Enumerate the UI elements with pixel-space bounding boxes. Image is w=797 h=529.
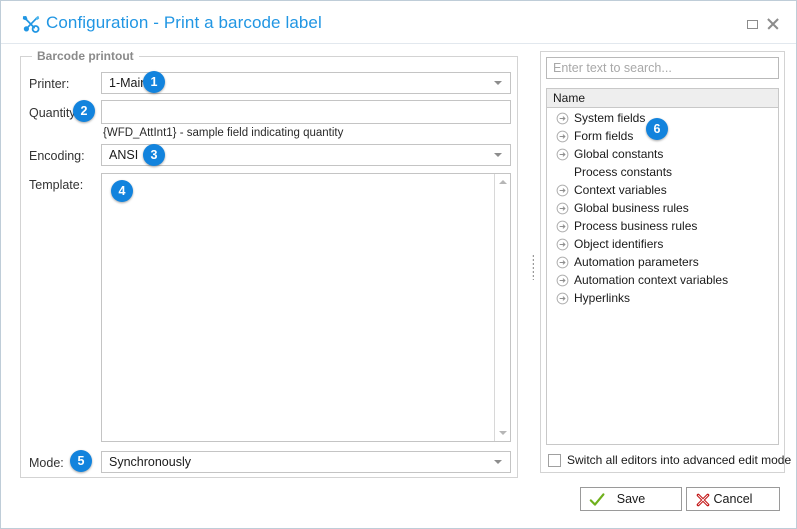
encoding-value: ANSI xyxy=(109,148,139,162)
tree-item[interactable]: Automation context variables xyxy=(547,271,778,289)
expand-arrow-icon[interactable] xyxy=(556,274,569,287)
expand-arrow-icon[interactable] xyxy=(556,238,569,251)
page-title: Configuration - Print a barcode label xyxy=(46,13,322,32)
quantity-hint: {WFD_AttInt1} - sample field indicating … xyxy=(103,127,344,139)
save-button[interactable]: Save xyxy=(580,487,682,511)
group-legend: Barcode printout xyxy=(32,49,139,63)
tree-item-label: Form fields xyxy=(574,129,634,143)
expand-arrow-icon[interactable] xyxy=(556,148,569,161)
expand-arrow-icon[interactable] xyxy=(556,256,569,269)
tree-item-label: Hyperlinks xyxy=(574,291,631,305)
tree-column-header: Name xyxy=(547,89,778,108)
tree-item-label: Global constants xyxy=(574,147,664,161)
expand-arrow-icon[interactable] xyxy=(556,292,569,305)
quantity-label: Quantity: xyxy=(29,106,80,120)
expand-arrow-icon[interactable] xyxy=(556,202,569,215)
variables-tree: Name System fields Form fields Global cons… xyxy=(546,88,779,445)
tree-item[interactable]: Automation parameters xyxy=(547,253,778,271)
quantity-input[interactable] xyxy=(101,100,511,124)
advanced-edit-mode-label: Switch all editors into advanced edit mo… xyxy=(567,453,792,467)
chevron-down-icon xyxy=(494,153,502,157)
cancel-button[interactable]: Cancel xyxy=(686,487,780,511)
expand-arrow-icon[interactable] xyxy=(556,220,569,233)
close-button[interactable] xyxy=(766,17,780,31)
tree-item-label: Object identifiers xyxy=(574,237,664,251)
tree-item[interactable]: Global business rules xyxy=(547,199,778,217)
mode-value: Synchronously xyxy=(109,455,191,469)
mode-select[interactable]: Synchronously xyxy=(101,451,511,473)
tree-item[interactable]: Form fields xyxy=(547,127,778,145)
tree-item-label: Automation context variables xyxy=(574,273,729,287)
template-scrollbar[interactable] xyxy=(494,174,510,441)
chevron-down-icon xyxy=(494,81,502,85)
tree-item-label: Process constants xyxy=(574,165,673,179)
tree-item[interactable]: Context variables xyxy=(547,181,778,199)
tree-item[interactable]: Object identifiers xyxy=(547,235,778,253)
splitter-grip[interactable] xyxy=(532,254,534,280)
tools-icon xyxy=(21,14,41,34)
tree-list: System fields Form fields Global constants… xyxy=(547,109,778,307)
scroll-up-icon[interactable] xyxy=(498,180,507,184)
tree-column-header-label: Name xyxy=(553,91,586,105)
panel-splitter[interactable] xyxy=(526,56,540,478)
printer-select[interactable]: 1-Main xyxy=(101,72,511,94)
maximize-icon xyxy=(747,20,758,29)
variables-panel: Name System fields Form fields Global cons… xyxy=(540,51,791,473)
search-box[interactable] xyxy=(546,57,779,79)
template-label: Template: xyxy=(29,178,84,192)
tree-item-label: Process business rules xyxy=(574,219,698,233)
tree-item-label: System fields xyxy=(574,111,646,125)
expand-arrow-icon[interactable] xyxy=(556,112,569,125)
printer-value: 1-Main xyxy=(109,76,148,90)
expand-arrow-icon[interactable] xyxy=(556,130,569,143)
expand-arrow-icon[interactable] xyxy=(556,184,569,197)
tree-item-label: Automation parameters xyxy=(574,255,699,269)
tree-item[interactable]: Hyperlinks xyxy=(547,289,778,307)
tree-item[interactable]: System fields xyxy=(547,109,778,127)
tree-item[interactable]: Process constants xyxy=(547,163,778,181)
encoding-label: Encoding: xyxy=(29,149,85,163)
template-text[interactable] xyxy=(102,174,493,441)
maximize-button[interactable] xyxy=(746,17,760,31)
encoding-select[interactable]: ANSI xyxy=(101,144,511,166)
tree-item-label: Global business rules xyxy=(574,201,689,215)
template-editor[interactable] xyxy=(101,173,511,442)
tree-item-label: Context variables xyxy=(574,183,667,197)
scroll-down-icon[interactable] xyxy=(498,431,507,435)
save-button-label: Save xyxy=(616,492,646,506)
search-input[interactable] xyxy=(553,61,774,75)
tree-item[interactable]: Global constants xyxy=(547,145,778,163)
tree-item[interactable]: Process business rules xyxy=(547,217,778,235)
printer-label: Printer: xyxy=(29,77,70,91)
chevron-down-icon xyxy=(494,460,502,464)
configuration-dialog: Configuration - Print a barcode label Ba… xyxy=(0,0,797,529)
advanced-edit-mode-checkbox[interactable]: Switch all editors into advanced edit mo… xyxy=(548,453,791,467)
mode-label: Mode: xyxy=(29,456,64,470)
title-bar: Configuration - Print a barcode label xyxy=(1,1,796,44)
checkbox-box-icon[interactable] xyxy=(548,453,561,467)
cancel-button-label: Cancel xyxy=(713,492,753,506)
